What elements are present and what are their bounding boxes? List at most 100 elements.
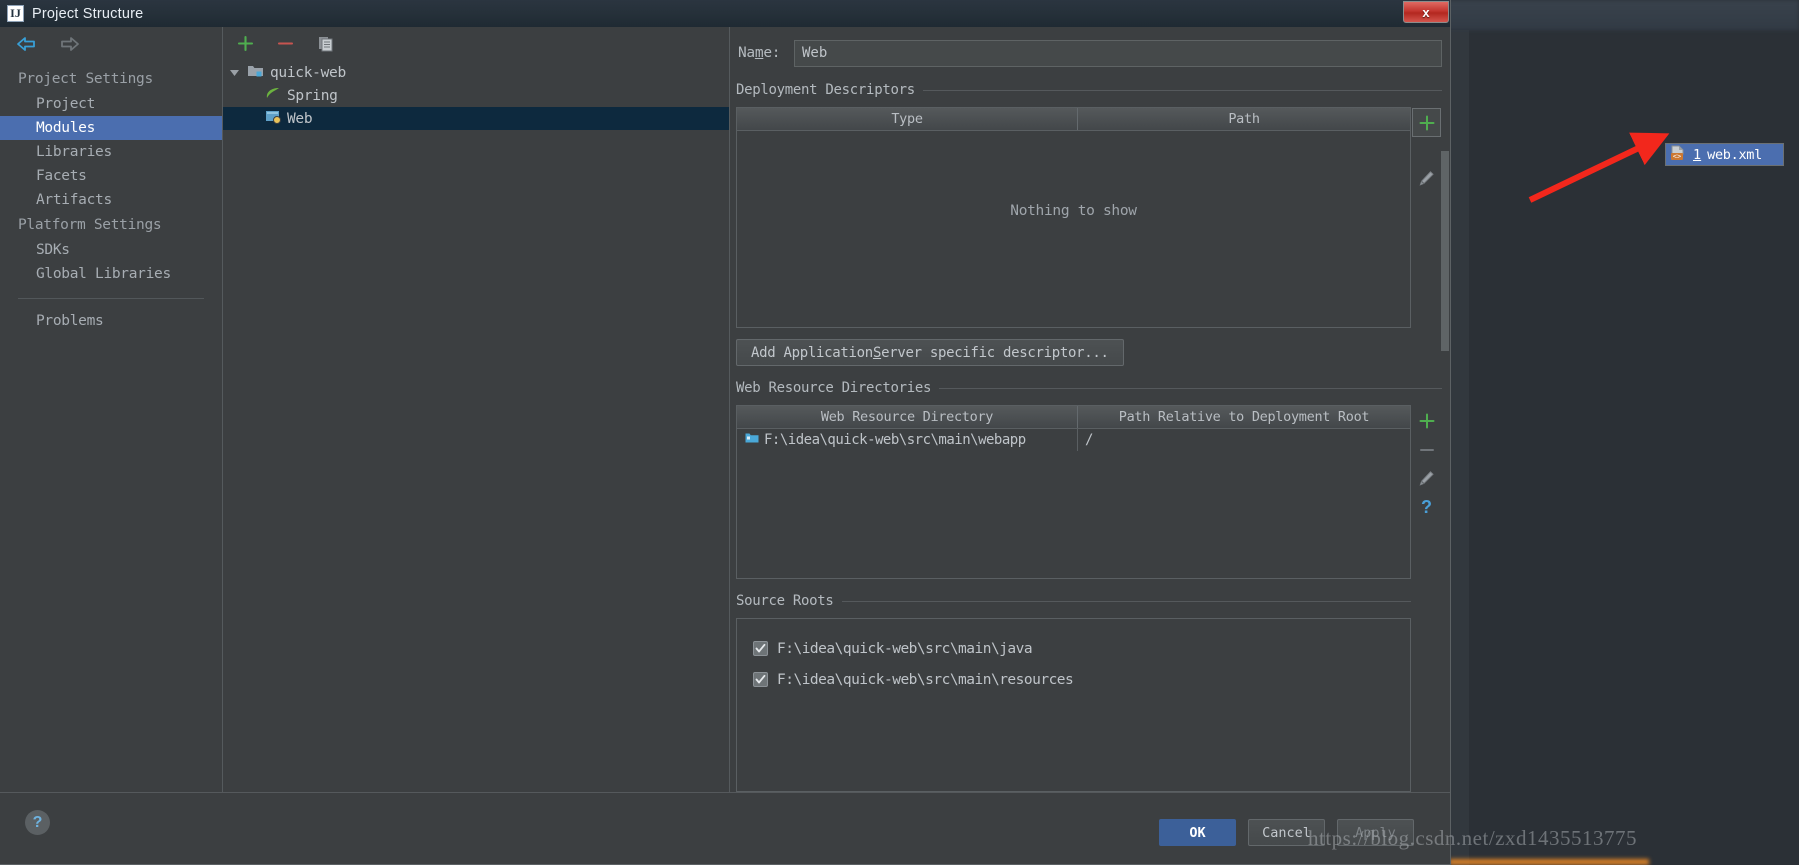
web-resource-table-wrap: Web Resource Directory Path Relative to … <box>736 405 1442 579</box>
web-resource-directories-group: Web Resource Directories Web Resource Di… <box>736 379 1442 579</box>
edit-web-resource-button[interactable] <box>1412 464 1441 493</box>
table-row[interactable]: F:\idea\quick-web\src\main\webapp / <box>737 429 1410 451</box>
add-web-resource-button[interactable] <box>1412 406 1441 435</box>
module-detail-pane: Name: Deployment Descriptors Type Path <box>730 27 1450 792</box>
table-header-row: Web Resource Directory Path Relative to … <box>737 406 1410 429</box>
dialog-title: Project Structure <box>32 5 144 22</box>
folder-blue-icon <box>745 432 759 448</box>
checkbox-checked-icon[interactable] <box>753 672 768 687</box>
vertical-scrollbar[interactable] <box>1441 151 1449 351</box>
dialog-footer: ? OK Cancel Apply <box>0 792 1450 864</box>
checkbox-checked-icon[interactable] <box>753 641 768 656</box>
source-roots-header: Source Roots <box>736 592 1411 610</box>
ok-button[interactable]: OK <box>1159 819 1236 846</box>
module-name-input[interactable] <box>794 39 1442 67</box>
group-divider <box>841 600 1411 602</box>
cell-relative-path: / <box>1077 429 1410 451</box>
web-resource-directories-title: Web Resource Directories <box>736 380 932 396</box>
module-tree-toolbar <box>223 27 729 59</box>
tree-node-label: Web <box>287 110 313 127</box>
deployment-descriptors-header: Deployment Descriptors <box>736 81 1442 99</box>
column-header-type[interactable]: Type <box>737 108 1077 130</box>
back-arrow-icon[interactable] <box>16 35 38 53</box>
cell-web-resource-directory: F:\idea\quick-web\src\main\webapp <box>737 429 1077 451</box>
table-header-row: Type Path <box>737 108 1410 131</box>
sidebar-item-project[interactable]: Project <box>0 92 222 116</box>
sidebar-item-global-libraries[interactable]: Global Libraries <box>0 262 222 286</box>
project-structure-dialog: IJ Project Structure x Project Settings … <box>0 0 1451 865</box>
question-icon[interactable]: ? <box>25 810 50 835</box>
svg-text:<>: <> <box>1673 152 1681 160</box>
sidebar-item-facets[interactable]: Facets <box>0 164 222 188</box>
source-root-item[interactable]: F:\idea\quick-web\src\main\java <box>753 633 1410 664</box>
background-status-highlight <box>1449 859 1649 865</box>
plus-icon[interactable] <box>232 31 258 55</box>
module-folder-icon <box>247 63 264 82</box>
table-body: F:\idea\quick-web\src\main\webapp / <box>737 429 1410 578</box>
xml-descriptor-icon: <> <box>1670 145 1687 165</box>
cell-text: F:\idea\quick-web\src\main\webapp <box>764 432 1026 448</box>
source-roots-group: Source Roots F:\idea\quick-web\src\main\… <box>736 592 1442 792</box>
copy-icon[interactable] <box>312 31 338 55</box>
web-facet-icon <box>265 109 281 128</box>
web-resource-directories-header: Web Resource Directories <box>736 379 1442 397</box>
sidebar-list: Project Settings Project Modules Librari… <box>0 60 222 333</box>
web-resource-toolbar: ? <box>1411 405 1442 579</box>
question-icon[interactable]: ? <box>1412 493 1441 522</box>
empty-table-message: Nothing to show <box>1010 203 1137 219</box>
watermark-text: https://blog.csdn.net/zxd1435513775 <box>1308 826 1637 850</box>
column-header-path-relative[interactable]: Path Relative to Deployment Root <box>1077 406 1410 428</box>
remove-web-resource-button[interactable] <box>1412 435 1441 464</box>
sidebar-item-problems[interactable]: Problems <box>0 309 222 333</box>
group-divider <box>939 387 1442 389</box>
source-roots-list: F:\idea\quick-web\src\main\java F:\idea\… <box>736 618 1411 792</box>
web-resource-table: Web Resource Directory Path Relative to … <box>736 405 1411 579</box>
popup-item-index: 1 <box>1693 146 1702 163</box>
chevron-down-icon[interactable] <box>227 67 241 78</box>
sidebar-divider <box>18 298 204 299</box>
idea-logo-icon: IJ <box>7 5 24 22</box>
dialog-titlebar: IJ Project Structure x <box>0 0 1450 27</box>
deployment-descriptors-table: Type Path Nothing to show <box>736 107 1411 328</box>
module-name-label: Name: <box>738 45 781 61</box>
source-root-item[interactable]: F:\idea\quick-web\src\main\resources <box>753 664 1410 695</box>
settings-sidebar: Project Settings Project Modules Librari… <box>0 27 223 792</box>
close-icon[interactable]: x <box>1403 1 1449 23</box>
table-body: Nothing to show <box>737 131 1410 327</box>
spring-leaf-icon <box>265 87 281 105</box>
sidebar-item-sdks[interactable]: SDKs <box>0 238 222 262</box>
add-application-server-descriptor-button[interactable]: Add Application Server specific descript… <box>736 339 1124 366</box>
column-header-web-resource-directory[interactable]: Web Resource Directory <box>737 406 1077 428</box>
tree-node-label: Spring <box>287 87 338 104</box>
descriptor-type-popup-menu[interactable]: <> 1 web.xml <box>1665 143 1784 166</box>
dialog-body: Project Settings Project Modules Librari… <box>0 27 1450 792</box>
deployment-descriptors-title: Deployment Descriptors <box>736 82 915 98</box>
deployment-descriptors-group: Deployment Descriptors Type Path Nothing… <box>736 81 1442 366</box>
column-header-path[interactable]: Path <box>1077 108 1410 130</box>
source-root-label: F:\idea\quick-web\src\main\java <box>777 640 1033 657</box>
minus-icon[interactable] <box>272 31 298 55</box>
sidebar-item-modules[interactable]: Modules <box>0 116 222 140</box>
add-descriptor-row: Add Application Server specific descript… <box>736 339 1442 366</box>
sidebar-navigation <box>0 27 222 60</box>
sidebar-item-libraries[interactable]: Libraries <box>0 140 222 164</box>
tree-node-spring[interactable]: Spring <box>223 84 729 107</box>
edit-descriptor-button[interactable] <box>1412 164 1441 193</box>
tree-node-label: quick-web <box>270 64 346 81</box>
group-divider <box>922 89 1442 91</box>
add-descriptor-button[interactable] <box>1412 108 1441 137</box>
popup-item-label: web.xml <box>1707 146 1762 163</box>
sidebar-group-project-settings: Project Settings <box>18 71 153 87</box>
source-root-label: F:\idea\quick-web\src\main\resources <box>777 671 1074 688</box>
tree-node-quick-web[interactable]: quick-web <box>223 61 729 84</box>
deployment-descriptors-toolbar <box>1411 107 1442 328</box>
sidebar-item-artifacts[interactable]: Artifacts <box>0 188 222 212</box>
tree-node-web[interactable]: Web <box>223 107 729 130</box>
module-name-row: Name: <box>736 38 1442 68</box>
deployment-descriptors-table-wrap: Type Path Nothing to show <box>736 107 1442 328</box>
module-tree-pane: quick-web Spring Web <box>223 27 730 792</box>
source-roots-title: Source Roots <box>736 593 834 609</box>
forward-arrow-icon[interactable] <box>58 35 80 53</box>
sidebar-group-platform-settings: Platform Settings <box>18 217 162 233</box>
module-tree-rows: quick-web Spring Web <box>223 59 729 130</box>
